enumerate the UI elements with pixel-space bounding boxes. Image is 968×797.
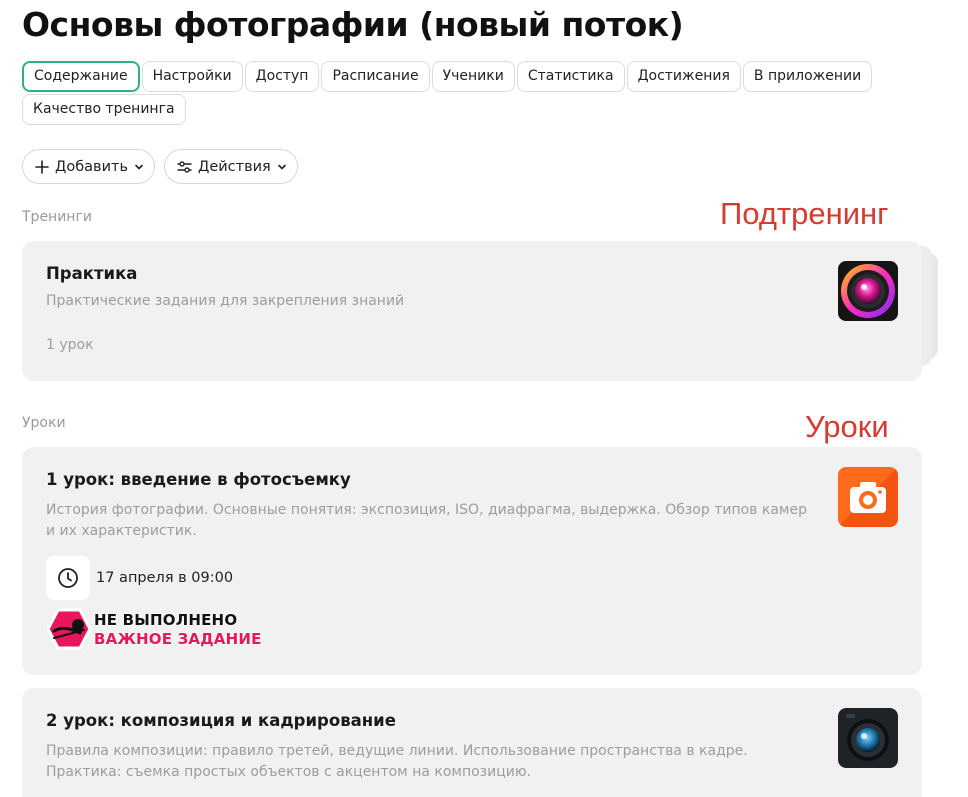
chevron-down-icon	[134, 162, 144, 172]
tab-in-app[interactable]: В приложении	[742, 61, 873, 92]
training-card[interactable]: Практика Практические задания для закреп…	[22, 241, 922, 381]
training-description: Практические задания для закрепления зна…	[46, 293, 405, 309]
tab-content[interactable]: Содержание	[22, 61, 140, 92]
lesson-card[interactable]: 2 урок: композиция и кадрирование Правил…	[22, 688, 922, 797]
tab-schedule[interactable]: Расписание	[321, 61, 430, 92]
subtraining-annotation: Подтренинг	[720, 196, 889, 231]
orange-camera-icon	[838, 467, 898, 527]
toolbar: Добавить Действия	[22, 149, 298, 184]
chevron-down-icon	[277, 162, 287, 172]
actions-button-label: Действия	[198, 158, 271, 175]
actions-button[interactable]: Действия	[164, 149, 298, 184]
add-button-label: Добавить	[55, 158, 128, 175]
plus-icon	[35, 159, 49, 174]
dark-lens-icon	[838, 708, 898, 768]
tab-achievements[interactable]: Достижения	[626, 61, 741, 92]
tab-statistics[interactable]: Статистика	[516, 61, 625, 92]
trainings-section-label: Тренинги	[22, 209, 92, 225]
tab-access[interactable]: Доступ	[244, 61, 320, 92]
warning-badge-icon	[46, 607, 92, 651]
lessons-annotation: Уроки	[805, 409, 889, 444]
lesson-title: 1 урок: введение в фотосъемку	[46, 470, 351, 489]
sliders-icon	[177, 160, 192, 174]
training-lesson-count: 1 урок	[46, 337, 94, 353]
lesson-date: 17 апреля в 09:00	[96, 570, 234, 586]
page-title: Основы фотографии (новый поток)	[22, 5, 684, 44]
camera-lens-icon	[838, 261, 898, 321]
tab-settings[interactable]: Настройки	[141, 61, 243, 92]
lesson-title: 2 урок: композиция и кадрирование	[46, 711, 396, 730]
status-important-task: ВАЖНОЕ ЗАДАНИЕ	[94, 630, 262, 648]
status-not-completed: НЕ ВЫПОЛНЕНО	[94, 611, 238, 629]
lessons-section-label: Уроки	[22, 415, 66, 431]
add-button[interactable]: Добавить	[22, 149, 155, 184]
tab-bar: Содержание Настройки Доступ Расписание У…	[22, 61, 922, 125]
lesson-description: История фотографии. Основные понятия: эк…	[46, 502, 807, 539]
clock-icon	[46, 556, 90, 600]
tab-training-quality[interactable]: Качество тренинга	[22, 94, 186, 125]
training-title: Практика	[46, 264, 138, 283]
lesson-description: Правила композиции: правило третей, веду…	[46, 743, 748, 780]
lesson-card[interactable]: 1 урок: введение в фотосъемку История фо…	[22, 447, 922, 675]
tab-students[interactable]: Ученики	[431, 61, 515, 92]
